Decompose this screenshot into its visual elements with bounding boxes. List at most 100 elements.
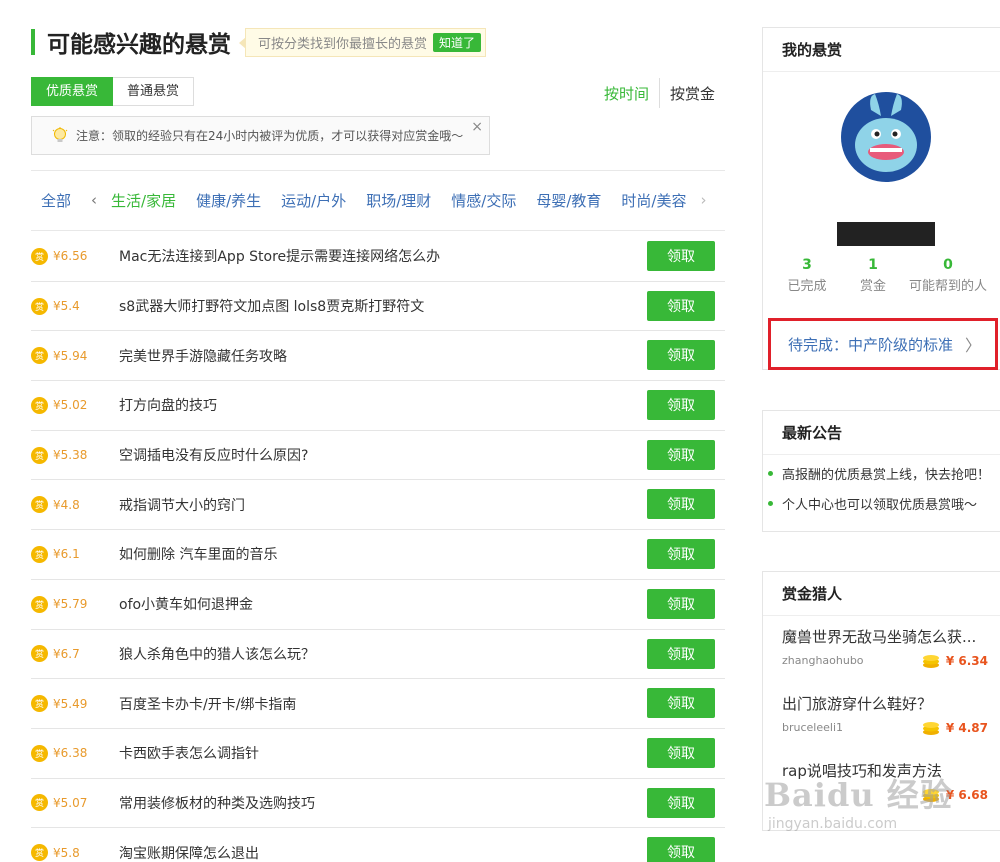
category-career[interactable]: 职场/理财 <box>366 190 431 211</box>
question-link[interactable]: 常用装修板材的种类及选购技巧 <box>119 793 315 813</box>
question-link[interactable]: Mac无法连接到App Store提示需要连接网络怎么办 <box>119 246 440 266</box>
hunter-item: 出门旅游穿什么鞋好？ bruceleeli1 ¥ 4.87 <box>763 683 1000 750</box>
claim-button[interactable]: 领取 <box>647 737 715 768</box>
question-link[interactable]: 淘宝账期保障怎么退出 <box>119 843 259 862</box>
close-icon[interactable]: × <box>471 119 483 135</box>
category-tip-text: 可按分类找到你最擅长的悬赏 <box>258 36 428 52</box>
question-link[interactable]: ofo小黄车如何退押金 <box>119 594 253 614</box>
my-bounty-title: 我的悬赏 <box>763 28 1000 72</box>
announcement-item[interactable]: 高报酬的优质悬赏上线，快去抢吧！ <box>763 458 1000 488</box>
stat-label: 可能帮到的人 <box>908 279 987 294</box>
tab-premium-bounty[interactable]: 优质悬赏 <box>31 77 114 106</box>
pending-task-text: 待完成：中产阶级的标准 <box>788 335 954 354</box>
title-accent-bar <box>31 29 35 55</box>
hunter-item: rap说唱技巧和发声方法 ¥ 6.68 <box>763 750 1000 817</box>
coin-icon: 赏 <box>31 844 48 862</box>
coin-icon: 赏 <box>31 545 48 563</box>
category-emotion[interactable]: 情感/交际 <box>451 190 516 211</box>
question-link[interactable]: 如何删除 汽车里面的音乐 <box>119 544 277 564</box>
claim-button[interactable]: 领取 <box>647 638 715 669</box>
claim-button[interactable]: 领取 <box>647 439 715 470</box>
claim-button[interactable]: 领取 <box>647 787 715 818</box>
coin-icon: 赏 <box>31 297 48 315</box>
stat-label: 赏金 <box>859 279 886 294</box>
category-all[interactable]: 全部 <box>41 190 71 211</box>
stat-helpable[interactable]: 0 可能帮到的人 <box>895 254 1000 298</box>
list-item: 赏 ¥5.02 打方向盘的技巧 领取 <box>31 381 725 431</box>
reward-amount: ¥5.79 <box>53 597 88 612</box>
coin-icon: 赏 <box>31 347 48 365</box>
sort-by-reward[interactable]: 按赏金 <box>670 83 715 104</box>
list-item: 赏 ¥5.79 ofo小黄车如何退押金 领取 <box>31 580 725 630</box>
announcement-list: 高报酬的优质悬赏上线，快去抢吧！ 个人中心也可以领取优质悬赏哦～ <box>763 455 1000 518</box>
chevron-right-icon[interactable]: › <box>700 191 706 209</box>
claim-button[interactable]: 领取 <box>647 241 715 271</box>
main-column: 可能感兴趣的悬赏 可按分类找到你最擅长的悬赏 知道了 优质悬赏 普通悬赏 按时间… <box>31 0 725 862</box>
category-health[interactable]: 健康/养生 <box>196 190 261 211</box>
claim-button[interactable]: 领取 <box>647 340 715 371</box>
category-fashion[interactable]: 时尚/美容 <box>621 190 686 211</box>
coin-stack-icon <box>922 789 939 802</box>
stat-value: 1 <box>868 257 878 273</box>
pending-task-link[interactable]: 待完成：中产阶级的标准 〉 <box>768 318 998 370</box>
notice-bar: 注意：领取的经验只有在24小时内被评为优质，才可以获得对应赏金哦～ × <box>31 116 490 155</box>
claim-button[interactable]: 领取 <box>647 688 715 719</box>
announcement-text: 高报酬的优质悬赏上线，快去抢吧！ <box>782 467 991 483</box>
claim-button[interactable]: 领取 <box>647 489 715 520</box>
stat-value: 0 <box>943 257 953 273</box>
hunter-reward-amount: ¥ 6.34 <box>945 654 988 668</box>
avatar[interactable] <box>841 92 931 182</box>
divider <box>31 230 725 231</box>
question-link[interactable]: 打方向盘的技巧 <box>119 395 217 415</box>
stat-label: 已完成 <box>787 279 827 294</box>
question-link[interactable]: 狼人杀角色中的猎人该怎么玩？ <box>119 644 315 664</box>
announcement-item[interactable]: 个人中心也可以领取优质悬赏哦～ <box>763 488 1000 518</box>
question-link[interactable]: s8武器大师打野符文加点图 lols8贾克斯打野符文 <box>119 296 424 316</box>
question-link[interactable]: 卡西欧手表怎么调指针 <box>119 743 259 763</box>
claim-button[interactable]: 领取 <box>647 837 715 862</box>
bounty-list: 赏 ¥6.56 Mac无法连接到App Store提示需要连接网络怎么办 领取赏 ¥5.… <box>31 232 725 862</box>
reward-amount: ¥6.56 <box>53 249 88 264</box>
hunter-question-link[interactable]: 魔兽世界无敌马坐骑怎么获... <box>782 626 990 647</box>
announcements-card: 最新公告 高报酬的优质悬赏上线，快去抢吧！ 个人中心也可以领取优质悬赏哦～ <box>762 410 1000 532</box>
claim-button[interactable]: 领取 <box>647 588 715 619</box>
stat-completed[interactable]: 3 已完成 <box>763 254 851 298</box>
coin-icon: 赏 <box>31 645 48 663</box>
category-nav: 全部 ‹ 生活/家居 健康/养生 运动/户外 职场/理财 情感/交际 母婴/教育… <box>31 184 720 216</box>
chevron-left-icon[interactable]: ‹ <box>91 191 97 209</box>
tab-normal-bounty[interactable]: 普通悬赏 <box>113 77 195 106</box>
reward-amount: ¥5.8 <box>53 845 80 860</box>
hunter-question-link[interactable]: 出门旅游穿什么鞋好？ <box>782 693 990 714</box>
hunter-reward: ¥ 6.34 <box>922 654 988 668</box>
hunter-list: 魔兽世界无敌马坐骑怎么获... zhanghaohubo ¥ 6.34 出门旅游穿什么… <box>763 616 1000 817</box>
claim-button[interactable]: 领取 <box>647 539 715 570</box>
reward-amount: ¥5.38 <box>53 448 88 463</box>
chevron-right-icon: 〉 <box>964 336 981 355</box>
hunter-question-link[interactable]: rap说唱技巧和发声方法 <box>782 760 990 781</box>
reward-amount: ¥5.94 <box>53 348 88 363</box>
list-item: 赏 ¥5.8 淘宝账期保障怎么退出 领取 <box>31 828 725 862</box>
sort-options: 按时间 按赏金 <box>604 78 715 108</box>
question-link[interactable]: 百度圣卡办卡/开卡/绑卡指南 <box>119 694 296 714</box>
question-link[interactable]: 空调插电没有反应时什么原因? <box>119 445 308 465</box>
category-life-home[interactable]: 生活/家居 <box>111 190 176 211</box>
hunter-reward: ¥ 6.68 <box>922 788 988 802</box>
claim-button[interactable]: 领取 <box>647 390 715 421</box>
coin-icon: 赏 <box>31 446 48 464</box>
tip-dismiss-button[interactable]: 知道了 <box>433 32 482 52</box>
bullet-icon <box>768 470 773 476</box>
sort-by-time[interactable]: 按时间 <box>604 83 649 104</box>
stat-reward[interactable]: 1 赏金 <box>851 254 895 298</box>
coin-icon: 赏 <box>31 496 48 514</box>
claim-button[interactable]: 领取 <box>647 290 715 321</box>
category-sports[interactable]: 运动/户外 <box>281 190 346 211</box>
notice-text: 注意：领取的经验只有在24小时内被评为优质，才可以获得对应赏金哦～ <box>76 129 464 143</box>
question-link[interactable]: 戒指调节大小的窍门 <box>119 495 245 515</box>
hunter-reward-amount: ¥ 6.68 <box>945 788 988 802</box>
question-link[interactable]: 完美世界手游隐藏任务攻略 <box>119 346 287 366</box>
bounty-hunters-card: 赏金猎人 魔兽世界无敌马坐骑怎么获... zhanghaohubo ¥ 6.34 出门… <box>762 571 1000 831</box>
bullet-icon <box>768 500 773 506</box>
reward-amount: ¥5.07 <box>53 795 88 810</box>
category-parenting[interactable]: 母婴/教育 <box>536 190 601 211</box>
coin-icon: 赏 <box>31 695 48 713</box>
